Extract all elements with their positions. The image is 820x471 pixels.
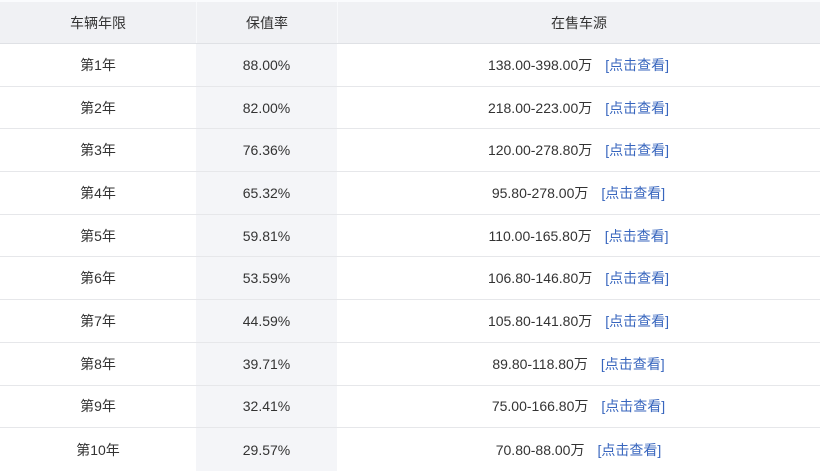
retention-rate-cell: 29.57% [196, 428, 337, 471]
listings-cell: 95.80-278.00万 [点击查看] [337, 172, 820, 214]
table-header-row: 车辆年限 保值率 在售车源 [0, 0, 820, 44]
retention-rate-value: 59.81% [242, 227, 291, 244]
listings-cell: 218.00-223.00万 [点击查看] [337, 87, 820, 129]
vehicle-age-label: 第1年 [80, 56, 116, 73]
resale-value-table: 车辆年限 保值率 在售车源 第1年 88.00% 138.00-398.00万 … [0, 0, 820, 471]
table-row: 第10年 29.57% 70.80-88.00万 [点击查看] [0, 428, 820, 471]
price-range: 120.00-278.80万 [487, 142, 593, 159]
vehicle-age-cell: 第1年 [0, 44, 196, 86]
price-range: 106.80-146.80万 [487, 270, 593, 287]
listings-cell: 70.80-88.00万 [点击查看] [337, 428, 820, 471]
retention-rate-value: 44.59% [242, 312, 291, 329]
header-listings: 在售车源 [337, 2, 820, 43]
listings-cell: 106.80-146.80万 [点击查看] [337, 257, 820, 299]
header-vehicle-age: 车辆年限 [70, 14, 126, 31]
view-listings-link[interactable]: [点击查看] [605, 143, 669, 157]
table-row: 第8年 39.71% 89.80-118.80万 [点击查看] [0, 342, 820, 386]
table-row: 第4年 65.32% 95.80-278.00万 [点击查看] [0, 172, 820, 215]
retention-rate-cell: 39.71% [196, 342, 337, 385]
vehicle-age-label: 第8年 [80, 355, 116, 372]
vehicle-age-cell: 第8年 [0, 343, 196, 385]
vehicle-age-cell: 第5年 [0, 215, 196, 257]
retention-rate-cell: 76.36% [196, 129, 337, 172]
retention-rate-value: 88.00% [242, 56, 291, 73]
price-range: 138.00-398.00万 [487, 56, 593, 73]
retention-rate-cell: 88.00% [196, 44, 337, 86]
view-listings-link[interactable]: [点击查看] [605, 101, 669, 115]
price-range: 89.80-118.80万 [492, 355, 588, 372]
price-range: 95.80-278.00万 [491, 184, 589, 201]
retention-rate-cell: 53.59% [196, 257, 337, 300]
view-listings-link[interactable]: [点击查看] [601, 186, 665, 200]
vehicle-age-label: 第5年 [80, 227, 116, 244]
vehicle-age-label: 第7年 [80, 312, 116, 329]
retention-rate-cell: 32.41% [196, 385, 337, 428]
table-body: 第1年 88.00% 138.00-398.00万 [点击查看] 第2年 82.… [0, 44, 820, 471]
vehicle-age-cell: 第3年 [0, 129, 196, 171]
table-row: 第3年 76.36% 120.00-278.80万 [点击查看] [0, 129, 820, 173]
retention-rate-cell: 82.00% [196, 86, 337, 129]
view-listings-link[interactable]: [点击查看] [601, 399, 665, 413]
view-listings-link[interactable]: [点击查看] [601, 357, 665, 371]
retention-rate-value: 53.59% [242, 270, 291, 287]
view-listings-link[interactable]: [点击查看] [605, 58, 669, 72]
view-listings-link[interactable]: [点击查看] [605, 271, 669, 285]
table-row: 第5年 59.81% 110.00-165.80万 [点击查看] [0, 214, 820, 258]
table-row: 第6年 53.59% 106.80-146.80万 [点击查看] [0, 257, 820, 301]
vehicle-age-label: 第6年 [80, 270, 116, 287]
table-row: 第7年 44.59% 105.80-141.80万 [点击查看] [0, 300, 820, 343]
price-range: 218.00-223.00万 [487, 99, 593, 116]
vehicle-age-cell: 第4年 [0, 172, 196, 214]
retention-rate-cell: 65.32% [196, 172, 337, 214]
vehicle-age-cell: 第2年 [0, 87, 196, 129]
vehicle-age-label: 第10年 [76, 441, 120, 458]
vehicle-age-cell: 第9年 [0, 386, 196, 428]
price-range: 105.80-141.80万 [487, 312, 593, 329]
vehicle-age-cell: 第7年 [0, 300, 196, 342]
vehicle-age-label: 第4年 [80, 184, 116, 201]
retention-rate-cell: 44.59% [196, 300, 337, 342]
vehicle-age-cell: 第10年 [0, 428, 196, 471]
listings-cell: 110.00-165.80万 [点击查看] [337, 215, 820, 257]
retention-rate-value: 39.71% [242, 355, 291, 372]
retention-rate-value: 29.57% [242, 441, 291, 458]
view-listings-link[interactable]: [点击查看] [597, 443, 661, 457]
retention-rate-value: 82.00% [242, 99, 291, 116]
retention-rate-value: 32.41% [242, 398, 291, 415]
listings-cell: 75.00-166.80万 [点击查看] [337, 386, 820, 428]
table-row: 第2年 82.00% 218.00-223.00万 [点击查看] [0, 86, 820, 130]
vehicle-age-cell: 第6年 [0, 257, 196, 299]
retention-rate-value: 65.32% [242, 184, 291, 201]
table-row: 第9年 32.41% 75.00-166.80万 [点击查看] [0, 385, 820, 429]
price-range: 70.80-88.00万 [495, 441, 585, 458]
price-range: 110.00-165.80万 [488, 227, 592, 244]
vehicle-age-label: 第3年 [80, 142, 116, 159]
table-row: 第1年 88.00% 138.00-398.00万 [点击查看] [0, 44, 820, 87]
header-retention-rate: 保值率 [196, 2, 337, 43]
listings-cell: 138.00-398.00万 [点击查看] [337, 44, 820, 86]
listings-cell: 120.00-278.80万 [点击查看] [337, 129, 820, 171]
listings-cell: 105.80-141.80万 [点击查看] [337, 300, 820, 342]
retention-rate-cell: 59.81% [196, 214, 337, 257]
view-listings-link[interactable]: [点击查看] [605, 314, 669, 328]
vehicle-age-label: 第2年 [80, 99, 116, 116]
view-listings-link[interactable]: [点击查看] [605, 229, 669, 243]
vehicle-age-label: 第9年 [80, 398, 116, 415]
price-range: 75.00-166.80万 [491, 398, 589, 415]
retention-rate-value: 76.36% [242, 142, 291, 159]
listings-cell: 89.80-118.80万 [点击查看] [337, 343, 820, 385]
